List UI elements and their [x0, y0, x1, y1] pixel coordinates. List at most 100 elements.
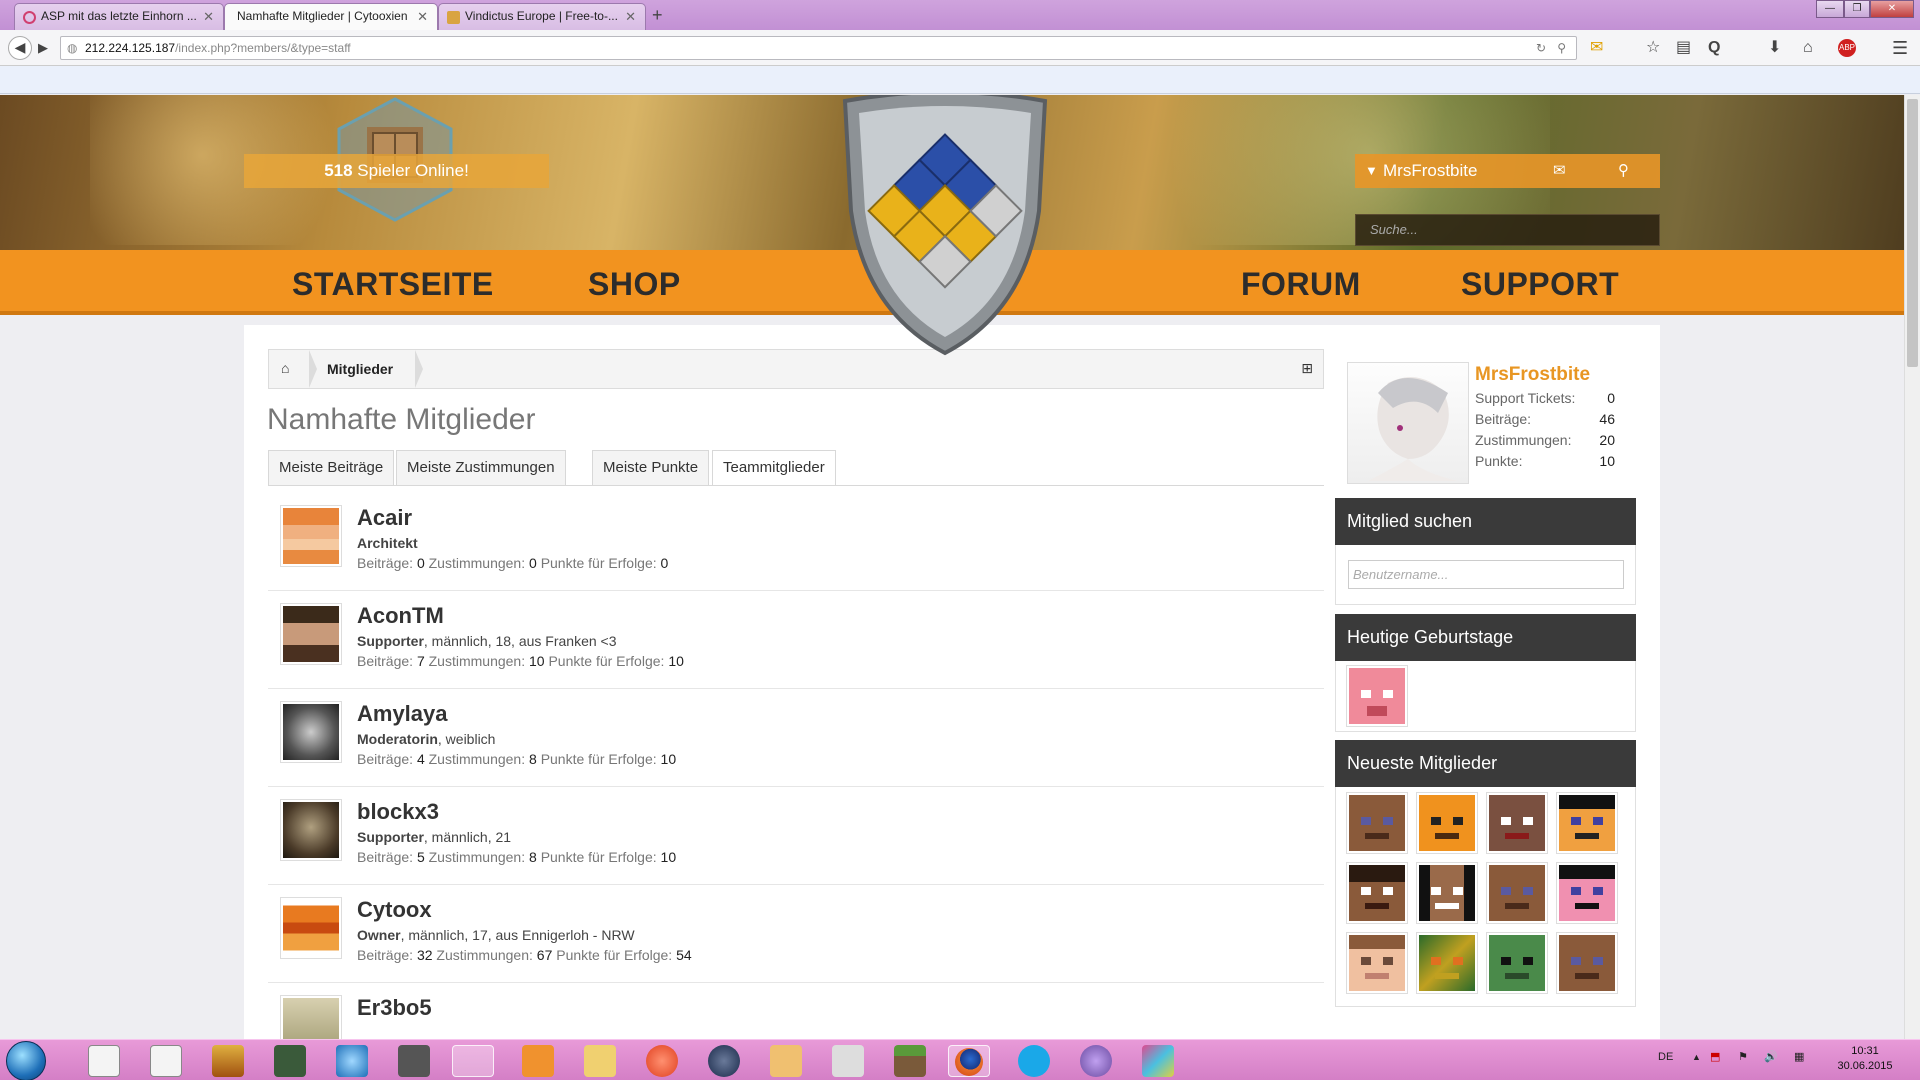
newest-member-avatar[interactable] [1416, 862, 1478, 924]
newest-member-avatar[interactable] [1556, 792, 1618, 854]
browser-tab[interactable]: ASP mit das letzte Einhorn ... ✕ [14, 3, 224, 30]
network-app-icon[interactable] [336, 1045, 368, 1077]
skype-icon[interactable] [1018, 1045, 1050, 1077]
tab-meiste-beitraege[interactable]: Meiste Beiträge [268, 450, 395, 486]
adobe-tray-icon[interactable]: ⬒ [1710, 1050, 1720, 1063]
chevron-down-icon[interactable]: ▼ [1365, 154, 1378, 188]
member-name[interactable]: Amylaya [357, 701, 448, 727]
newest-member-avatar[interactable] [1486, 932, 1548, 994]
newest-member-avatar[interactable] [1346, 862, 1408, 924]
sitemap-icon[interactable]: ⊞ [1301, 360, 1313, 377]
minecraft-icon[interactable] [894, 1045, 926, 1077]
forward-arrow-icon[interactable]: ▶ [38, 38, 48, 58]
avatar-mouth [1365, 903, 1389, 909]
bookmark-star-icon[interactable]: ☆ [1646, 38, 1660, 58]
search-icon[interactable]: ⚲ [1557, 37, 1566, 59]
member-avatar[interactable] [280, 701, 342, 763]
newest-member-avatar[interactable] [1556, 932, 1618, 994]
speaker-icon[interactable]: 🔊 [1764, 1050, 1778, 1063]
clock-date: 30.06.2015 [1837, 1060, 1893, 1072]
menu-support[interactable]: SUPPORT [1461, 264, 1619, 304]
browser-tab[interactable]: Vindictus Europe | Free-to-... ✕ [438, 3, 646, 30]
member-name[interactable]: Acair [357, 505, 412, 531]
page-scrollbar[interactable] [1904, 95, 1920, 1039]
member-avatar[interactable] [280, 799, 342, 861]
browser-tab-active[interactable]: Namhafte Mitglieder | Cytooxien ✕ [224, 3, 438, 30]
newest-member-avatar[interactable] [1346, 932, 1408, 994]
boss-app-icon[interactable] [212, 1045, 244, 1077]
member-name[interactable]: Cytoox [357, 897, 432, 923]
media-player-icon[interactable] [770, 1045, 802, 1077]
steam-icon[interactable] [708, 1045, 740, 1077]
download-icon[interactable]: ⬇ [1768, 38, 1781, 58]
home-icon[interactable]: ⌂ [281, 360, 289, 376]
newest-member-avatar[interactable] [1486, 862, 1548, 924]
adblock-icon[interactable]: ABP [1838, 39, 1856, 57]
member-avatar[interactable] [280, 995, 342, 1039]
tab-teammitglieder[interactable]: Teammitglieder [712, 450, 836, 486]
member-name[interactable]: Er3bo5 [357, 995, 432, 1021]
newest-member-avatar[interactable] [1486, 792, 1548, 854]
menu-forum[interactable]: FORUM [1241, 264, 1361, 304]
network-tray-icon[interactable]: ▦ [1794, 1050, 1804, 1063]
scrollbar-thumb[interactable] [1907, 99, 1918, 367]
start-button[interactable] [6, 1041, 46, 1080]
likes-value: 8 [529, 751, 537, 767]
firefox-icon[interactable] [948, 1045, 990, 1077]
menu-hamburger-icon[interactable]: ☰ [1892, 38, 1908, 58]
member-avatar[interactable] [280, 603, 342, 665]
folder-icon[interactable] [584, 1045, 616, 1077]
menu-shop[interactable]: SHOP [588, 264, 681, 304]
gimp-app-icon[interactable] [398, 1045, 430, 1077]
flag-tray-icon[interactable]: ⚑ [1738, 1050, 1748, 1063]
home-icon[interactable]: ⌂ [1803, 38, 1813, 58]
newest-member-avatar[interactable] [1416, 792, 1478, 854]
maximize-button[interactable]: ❐ [1844, 0, 1870, 18]
document-app-icon[interactable] [88, 1045, 120, 1077]
shield-logo[interactable] [825, 95, 1065, 361]
map-marker-icon[interactable]: ⚲ [1618, 154, 1629, 188]
address-bar[interactable]: 212.224.125.187/index.php?members/&type=… [60, 36, 1577, 60]
reading-list-icon[interactable]: ▤ [1676, 38, 1691, 58]
menu-startseite[interactable]: STARTSEITE [292, 264, 494, 304]
reload-icon[interactable]: ↻ [1536, 37, 1546, 59]
show-hidden-icons-icon[interactable]: ▲ [1692, 1052, 1701, 1062]
close-tab-icon[interactable]: ✕ [417, 4, 428, 29]
close-window-button[interactable]: ✕ [1870, 0, 1914, 18]
close-tab-icon[interactable]: ✕ [203, 4, 214, 29]
username-search-input[interactable]: Benutzername... [1348, 560, 1624, 589]
envelope-icon[interactable]: ✉ [1553, 154, 1566, 188]
username-dropdown[interactable]: MrsFrostbite [1383, 154, 1477, 188]
tab-meiste-zustimmungen[interactable]: Meiste Zustimmungen [396, 450, 566, 486]
language-indicator[interactable]: DE [1658, 1051, 1673, 1063]
new-tab-button[interactable]: + [652, 3, 663, 27]
member-avatar[interactable] [280, 505, 342, 567]
teamspeak-icon[interactable] [1080, 1045, 1112, 1077]
maps-app-icon[interactable] [646, 1045, 678, 1077]
member-role: Architekt [357, 535, 418, 551]
birthday-member-avatar[interactable] [1346, 665, 1408, 727]
paint-app-icon[interactable] [452, 1045, 494, 1077]
tab-meiste-punkte[interactable]: Meiste Punkte [592, 450, 710, 486]
user-avatar[interactable] [1347, 362, 1469, 484]
feedback-icon[interactable]: ✉ [1590, 38, 1603, 58]
q-addon-icon[interactable]: Q [1708, 38, 1720, 58]
newest-member-avatar[interactable] [1556, 862, 1618, 924]
sidebar-username[interactable]: MrsFrostbite [1475, 364, 1590, 386]
notepad-app-icon[interactable] [150, 1045, 182, 1077]
member-name[interactable]: AconTM [357, 603, 444, 629]
skyrim-icon[interactable] [832, 1045, 864, 1077]
newest-member-avatar[interactable] [1416, 932, 1478, 994]
clock[interactable]: 10:31 30.06.2015 [1830, 1044, 1900, 1074]
close-tab-icon[interactable]: ✕ [625, 4, 636, 29]
newest-member-avatar[interactable] [1346, 792, 1408, 854]
site-search-input[interactable]: Suche... [1355, 214, 1660, 246]
monitor-app-icon[interactable] [274, 1045, 306, 1077]
minimize-button[interactable]: — [1816, 0, 1844, 18]
back-arrow-icon[interactable]: ◀ [8, 36, 32, 60]
breadcrumb-mitglieder[interactable]: Mitglieder [327, 361, 393, 377]
member-name[interactable]: blockx3 [357, 799, 439, 825]
color-app-icon[interactable] [1142, 1045, 1174, 1077]
member-avatar[interactable] [280, 897, 342, 959]
sparkle-app-icon[interactable] [522, 1045, 554, 1077]
